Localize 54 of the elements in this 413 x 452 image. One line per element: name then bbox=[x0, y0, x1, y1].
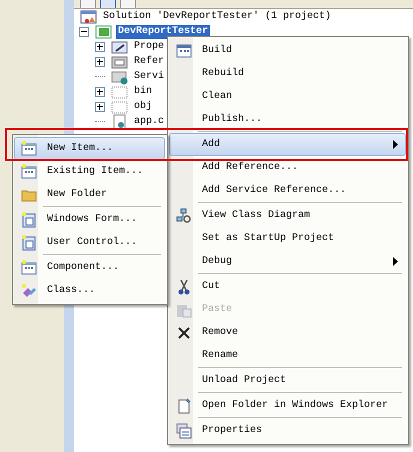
menu-item[interactable]: Existing Item... bbox=[14, 160, 165, 183]
menu-item[interactable]: Windows Form... bbox=[14, 208, 165, 231]
menu-item[interactable]: Clean bbox=[169, 85, 406, 108]
form-icon bbox=[21, 234, 37, 250]
menu-item[interactable]: Unload Project bbox=[169, 369, 406, 392]
expand-icon[interactable] bbox=[95, 86, 105, 96]
menu-item[interactable]: Component... bbox=[14, 256, 165, 279]
project-icon bbox=[95, 24, 113, 40]
document-icon bbox=[176, 398, 192, 414]
build-icon bbox=[176, 42, 192, 58]
menu-item[interactable]: Add Service Reference... bbox=[169, 179, 406, 202]
references-icon bbox=[111, 54, 129, 70]
grid-icon bbox=[21, 140, 37, 156]
menu-item[interactable]: Set as StartUp Project bbox=[169, 227, 406, 250]
solution-label[interactable]: Solution 'DevReportTester' (1 project) bbox=[101, 10, 334, 24]
collapse-icon[interactable] bbox=[79, 26, 89, 36]
project-label[interactable]: DevReportTester bbox=[116, 24, 210, 38]
cross-icon bbox=[176, 324, 192, 340]
menu-item[interactable]: View Class Diagram bbox=[169, 204, 406, 227]
grid-icon bbox=[21, 260, 37, 276]
menu-item[interactable]: New Folder bbox=[14, 183, 165, 206]
folder-globe-icon bbox=[111, 68, 129, 84]
menu-item[interactable]: Cut bbox=[169, 275, 406, 298]
menu-item[interactable]: Debug bbox=[169, 250, 406, 273]
tree-item[interactable]: Servi bbox=[132, 70, 166, 84]
tree-item[interactable]: bin bbox=[132, 84, 154, 98]
expand-icon[interactable] bbox=[95, 102, 105, 112]
tree-item[interactable]: Refer bbox=[132, 54, 166, 68]
menu-item[interactable]: Class... bbox=[14, 279, 165, 302]
menu-item[interactable]: Publish... bbox=[169, 108, 406, 131]
menu-item[interactable]: User Control... bbox=[14, 231, 165, 254]
tree-item[interactable]: Prope bbox=[132, 40, 166, 54]
class-icon bbox=[21, 282, 37, 298]
expand-icon[interactable] bbox=[95, 56, 105, 66]
menu-item[interactable]: Rebuild bbox=[169, 62, 406, 85]
scissors-icon bbox=[176, 278, 192, 294]
diagram-icon bbox=[176, 208, 192, 224]
expand-icon[interactable] bbox=[95, 42, 105, 52]
properties-icon bbox=[111, 38, 129, 54]
menu-item[interactable]: Rename bbox=[169, 344, 406, 367]
menu-item[interactable]: Add bbox=[169, 133, 406, 156]
menu-item[interactable]: Remove bbox=[169, 321, 406, 344]
menu-item[interactable]: Build bbox=[169, 39, 406, 62]
folder-icon bbox=[111, 84, 129, 100]
tree-item[interactable]: app.c bbox=[132, 114, 166, 128]
menu-item[interactable]: New Item... bbox=[14, 137, 165, 160]
properties-icon bbox=[176, 422, 192, 438]
menu-item[interactable]: Open Folder in Windows Explorer bbox=[169, 394, 406, 417]
tree-item[interactable]: obj bbox=[132, 100, 154, 114]
grid-icon bbox=[21, 164, 37, 180]
menu-item[interactable]: Add Reference... bbox=[169, 156, 406, 179]
form-icon bbox=[21, 212, 37, 228]
menu-item[interactable]: Properties bbox=[169, 419, 406, 442]
solution-icon bbox=[80, 8, 98, 24]
